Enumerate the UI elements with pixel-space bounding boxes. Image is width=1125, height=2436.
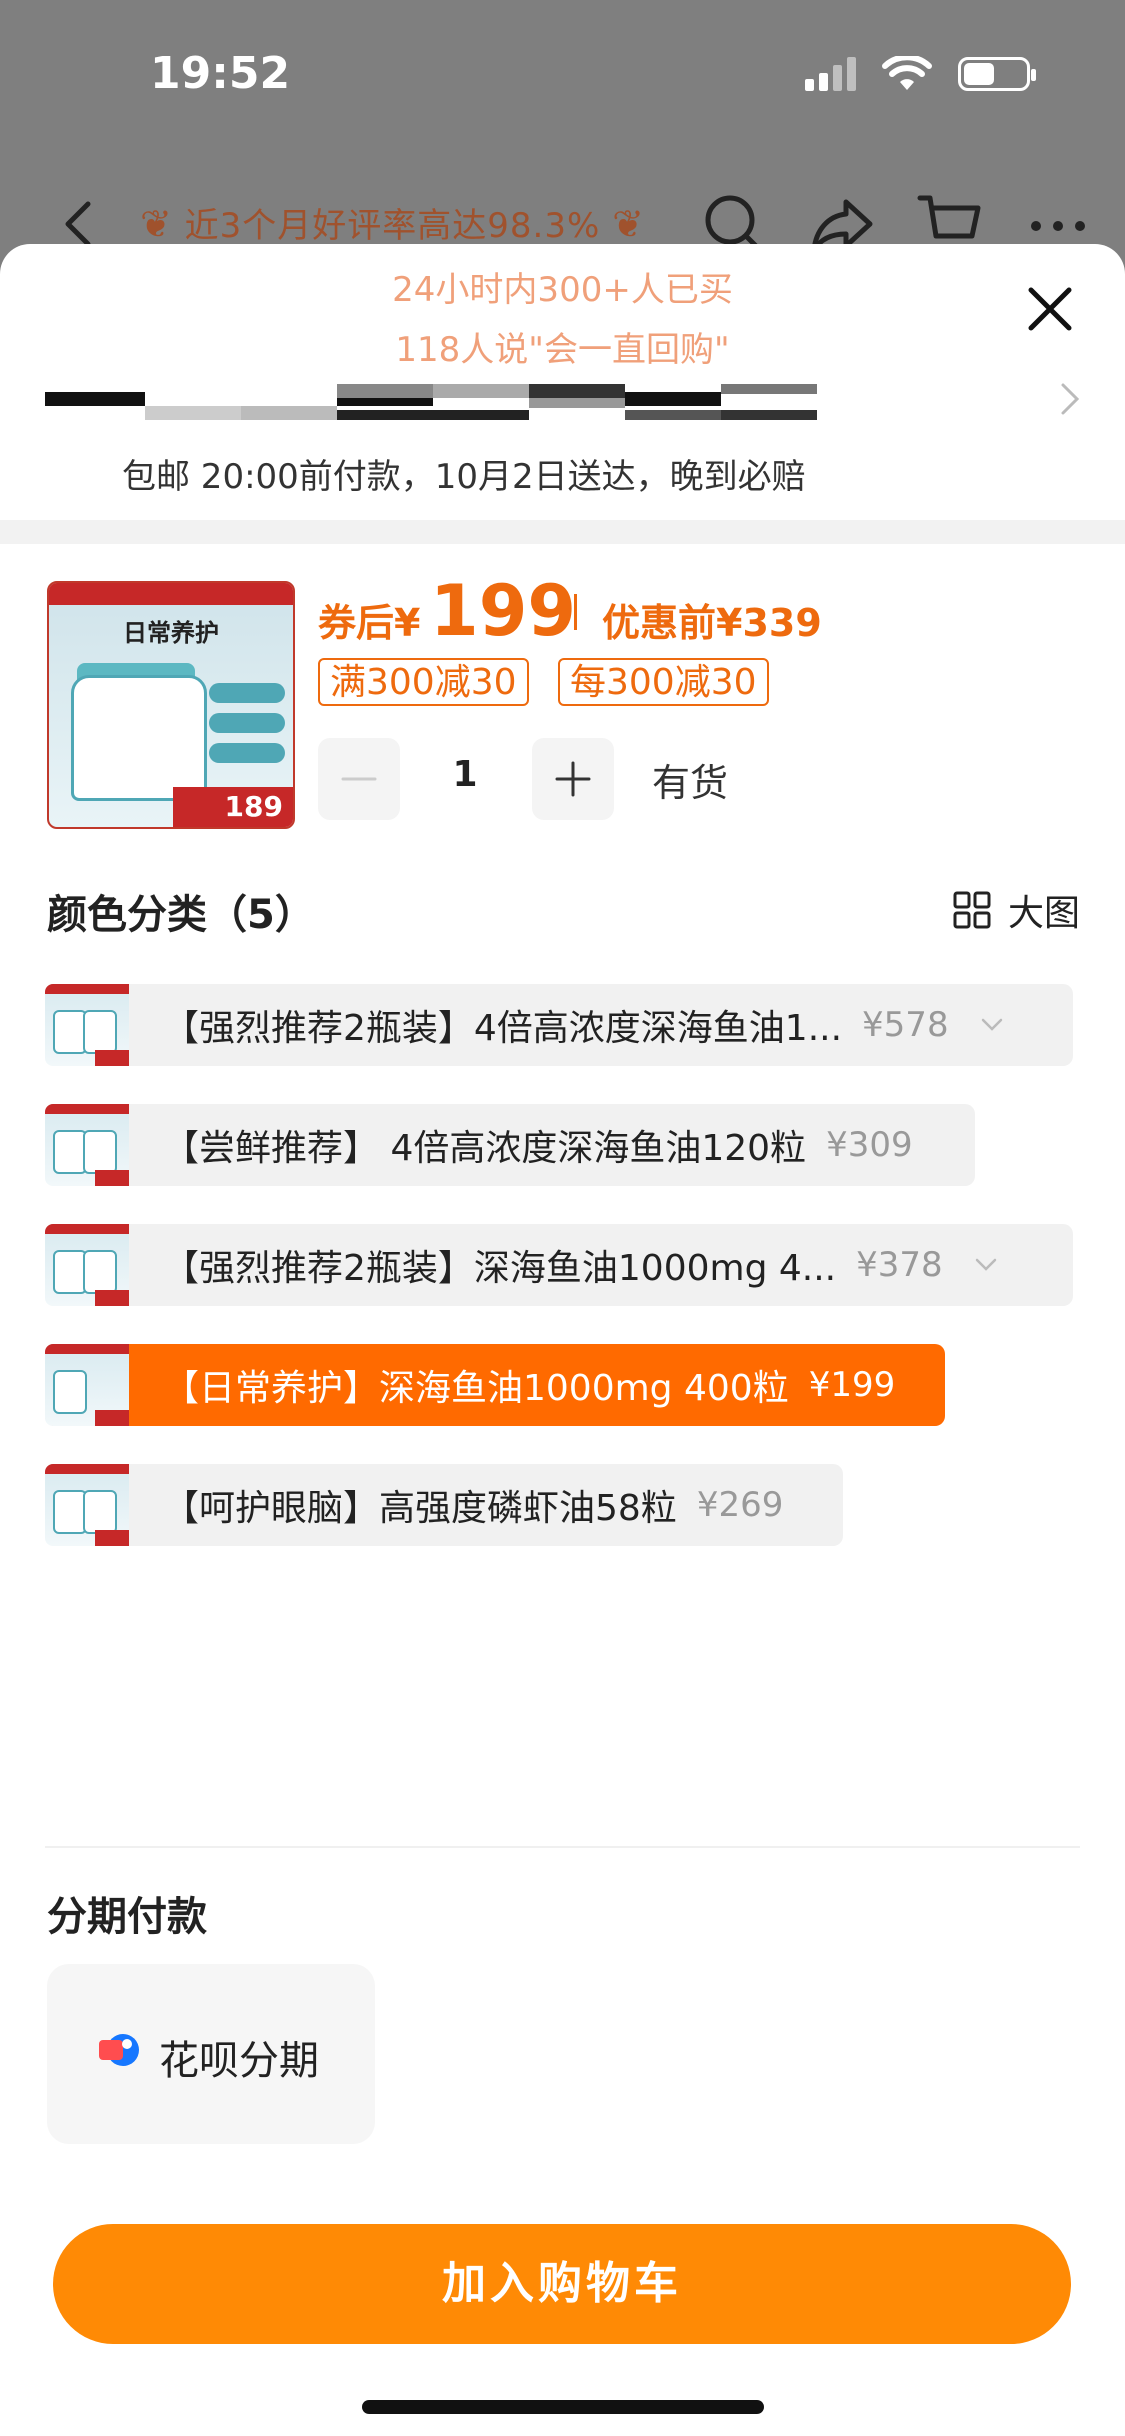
after-coupon-price: 199: [430, 570, 577, 652]
big-view-label: 大图: [1007, 893, 1080, 934]
product-image-title: 日常养护: [123, 619, 219, 647]
big-view-toggle[interactable]: 大图: [952, 884, 1080, 936]
option-name: 【呵护眼脑】高强度磷虾油58粒: [163, 1488, 677, 1529]
close-icon[interactable]: [1015, 274, 1085, 344]
quantity-decrease-button[interactable]: [318, 738, 400, 820]
option-name: 【强烈推荐2瓶装】4倍高浓度深海鱼油1...: [163, 1008, 843, 1049]
status-icons: [805, 56, 1036, 92]
option-thumbnail: [45, 1224, 129, 1306]
grid-icon: [953, 891, 991, 929]
coupon-badge: 每300减30: [558, 658, 769, 706]
social-proof-line: 118人说"会一直回购": [395, 330, 730, 370]
huabei-label: 花呗分期: [159, 2038, 319, 2084]
cellular-signal-icon: [805, 57, 856, 91]
status-bar: 19:52: [0, 0, 1125, 150]
option-price: ¥378: [856, 1245, 943, 1285]
option-thumbnail: [45, 984, 129, 1066]
stock-status: 有货: [652, 761, 729, 805]
option-price: ¥578: [862, 1005, 949, 1045]
installment-section-title: 分期付款: [47, 1894, 207, 1940]
option-price: ¥199: [808, 1365, 896, 1405]
home-indicator: [362, 2400, 764, 2414]
chevron-down-icon: [981, 1018, 1002, 1031]
color-option[interactable]: 【强烈推荐2瓶装】4倍高浓度深海鱼油1... ¥578: [45, 984, 1073, 1066]
color-option-selected[interactable]: 【日常养护】深海鱼油1000mg 400粒 ¥199: [45, 1344, 945, 1426]
huabei-icon: [99, 2034, 139, 2066]
section-divider: [45, 1846, 1080, 1848]
color-section-title: 颜色分类（5）: [47, 892, 315, 938]
quantity-value[interactable]: 1: [440, 754, 490, 795]
option-thumbnail: [45, 1344, 129, 1426]
color-option[interactable]: 【尝鲜推荐】 4倍高浓度深海鱼油120粒 ¥309: [45, 1104, 975, 1186]
option-price: ¥309: [826, 1125, 913, 1165]
before-discount-price: 优惠前¥339: [602, 601, 822, 645]
color-option[interactable]: 【强烈推荐2瓶装】深海鱼油1000mg 4... ¥378: [45, 1224, 1073, 1306]
option-name: 【强烈推荐2瓶装】深海鱼油1000mg 4...: [163, 1248, 837, 1289]
option-name: 【日常养护】深海鱼油1000mg 400粒: [163, 1368, 789, 1409]
product-image[interactable]: 日常养护 189: [47, 581, 295, 829]
bottle-graphic: [71, 675, 207, 801]
social-proof: 24小时内300+人已买 118人说"会一直回购": [0, 260, 1125, 380]
option-price: ¥269: [696, 1485, 784, 1525]
laurel-left-icon: ❦: [140, 202, 173, 246]
shipping-info: 包邮 20:00前付款，10月2日送达，晚到必赔: [122, 457, 806, 497]
laurel-right-icon: ❦: [612, 202, 645, 246]
option-name: 【尝鲜推荐】 4倍高浓度深海鱼油120粒: [163, 1128, 807, 1169]
option-thumbnail: [45, 1464, 129, 1546]
rating-text: 近3个月好评率高达98.3%: [184, 206, 601, 246]
coupon-badge: 满300减30: [318, 658, 529, 706]
huabei-installment-option[interactable]: 花呗分期: [47, 1964, 375, 2144]
status-time: 19:52: [150, 48, 291, 99]
sku-selector-sheet: 24小时内300+人已买 118人说"会一直回购" 包邮 20:00前付款，10…: [0, 244, 1125, 2436]
quantity-increase-button[interactable]: [532, 738, 614, 820]
redacted-address: [45, 384, 825, 420]
battery-icon: [958, 57, 1036, 91]
social-proof-line: 24小时内300+人已买: [392, 270, 733, 310]
after-coupon-label: 券后¥: [318, 601, 421, 645]
minus-icon: [341, 777, 377, 781]
product-image-price: 189: [173, 787, 293, 827]
color-option[interactable]: 【呵护眼脑】高强度磷虾油58粒 ¥269: [45, 1464, 843, 1546]
price-separator: [574, 594, 577, 630]
plus-icon: [555, 761, 591, 797]
chevron-down-icon: [975, 1258, 996, 1271]
section-divider: [0, 520, 1125, 544]
wifi-icon: [882, 56, 932, 90]
rating-banner: ❦ 近3个月好评率高达98.3% ❦: [140, 198, 645, 247]
add-to-cart-button[interactable]: 加入购物车: [53, 2224, 1071, 2344]
chevron-right-icon[interactable]: [1055, 379, 1085, 419]
option-thumbnail: [45, 1104, 129, 1186]
